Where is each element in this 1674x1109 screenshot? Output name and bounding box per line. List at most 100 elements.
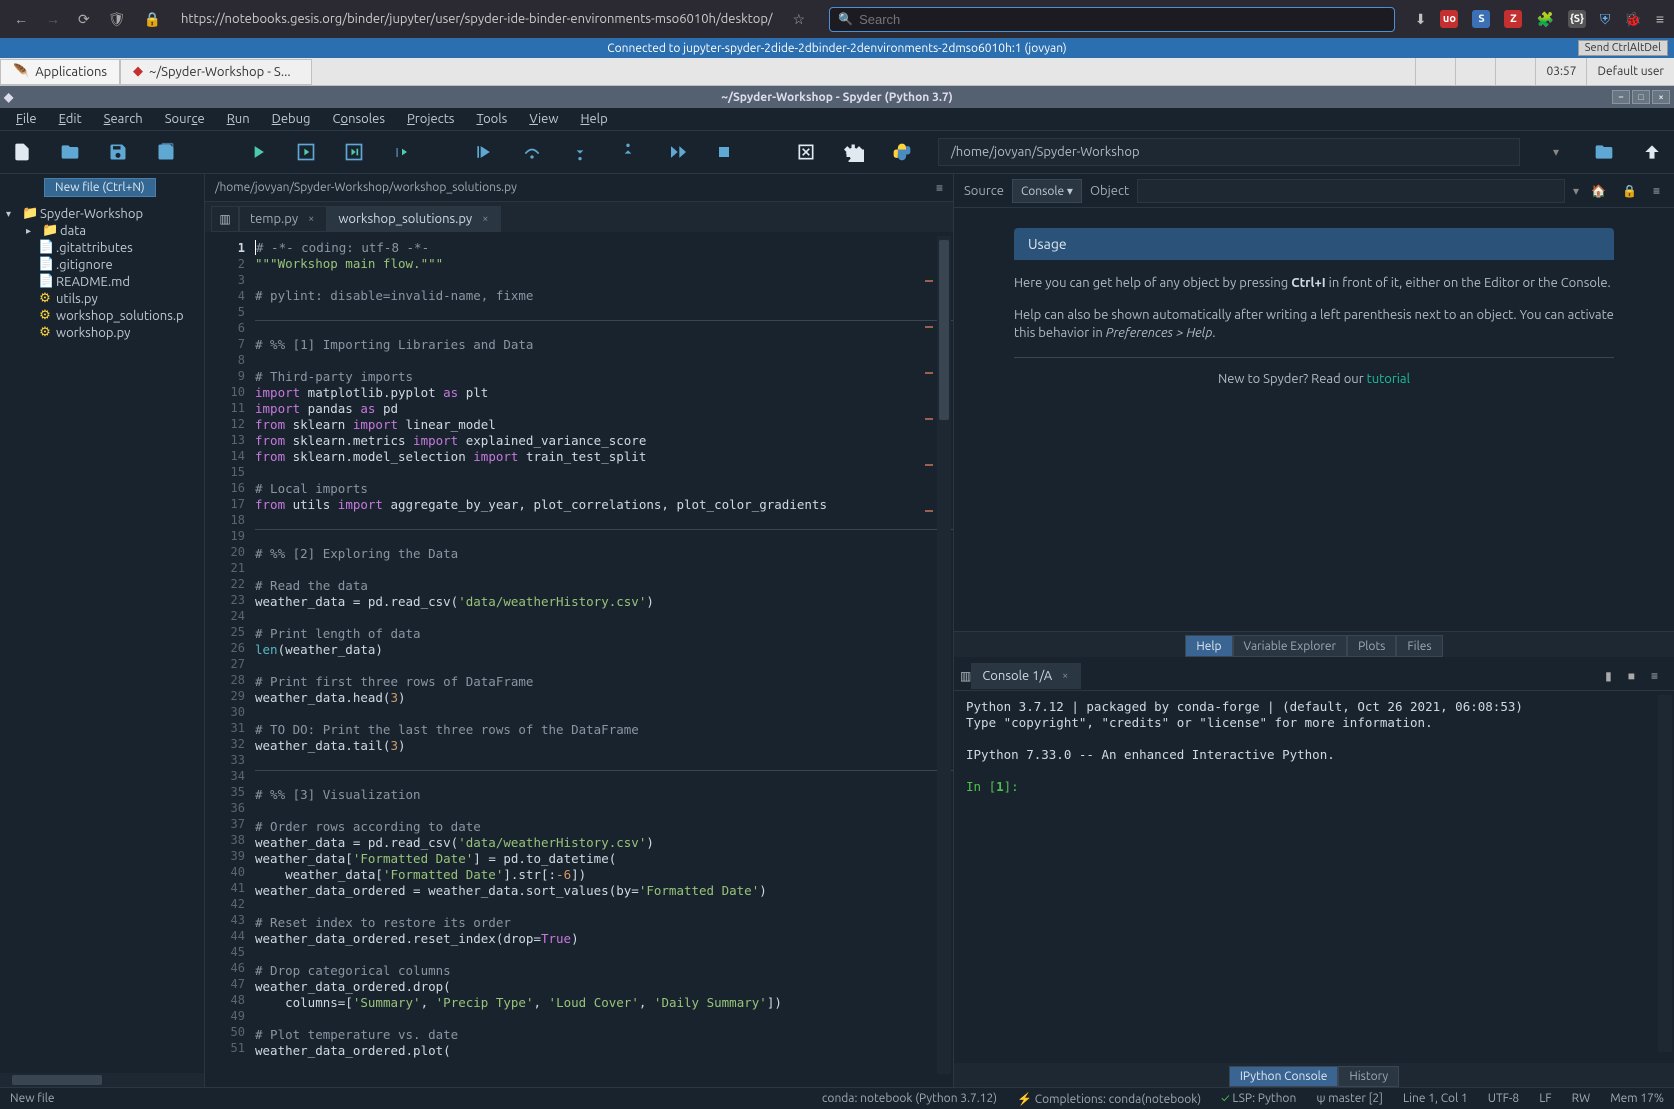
save-all-button[interactable] <box>154 140 178 164</box>
tab-workshop-solutions[interactable]: workshop_solutions.py× <box>327 206 501 232</box>
run-cell-advance-button[interactable] <box>342 140 366 164</box>
stop-button[interactable] <box>712 140 736 164</box>
close-icon[interactable]: × <box>480 213 490 225</box>
debug-button[interactable] <box>472 140 496 164</box>
maximize-button[interactable]: □ <box>1632 90 1650 104</box>
reload-button[interactable]: ⟳ <box>74 7 94 32</box>
step-out-button[interactable] <box>616 140 640 164</box>
status-encoding[interactable]: UTF-8 <box>1488 1092 1519 1105</box>
download-icon[interactable]: ⬇ <box>1415 11 1427 28</box>
console-vscrollbar[interactable] <box>1658 695 1672 1052</box>
search-input[interactable] <box>859 12 1386 27</box>
tree-item[interactable]: 📄.gitignore <box>2 256 202 273</box>
ext-s2-icon[interactable]: {S} <box>1568 10 1586 28</box>
tutorial-link[interactable]: tutorial <box>1367 372 1410 386</box>
clock[interactable]: 03:57 <box>1535 58 1586 86</box>
tab-variable-explorer[interactable]: Variable Explorer <box>1233 635 1348 657</box>
console-output[interactable]: Python 3.7.12 | packaged by conda-forge … <box>954 691 1674 1063</box>
ext-ublock-icon[interactable]: uo <box>1440 10 1458 28</box>
tree-item[interactable]: ⚙utils.py <box>2 290 202 307</box>
menu-consoles[interactable]: Consoles <box>323 110 395 128</box>
menu-projects[interactable]: Projects <box>397 110 464 128</box>
tab-help[interactable]: Help <box>1185 635 1232 657</box>
tab-temp[interactable]: temp.py× <box>239 206 327 232</box>
tray-icon-2[interactable] <box>1455 58 1495 86</box>
taskbar-window-spyder[interactable]: ◆ ~/Spyder-Workshop - S... <box>120 59 311 85</box>
save-button[interactable] <box>106 140 130 164</box>
status-completions[interactable]: ⚡ Completions: conda(notebook) <box>1017 1092 1201 1106</box>
applications-menu[interactable]: 🪶 Applications <box>0 59 120 85</box>
console-tab-1a[interactable]: Console 1/A× <box>971 663 1081 689</box>
working-directory[interactable]: /home/jovyan/Spyder-Workshop <box>938 138 1520 166</box>
run-cell-button[interactable] <box>294 140 318 164</box>
tree-item[interactable]: 📄README.md <box>2 273 202 290</box>
tab-history[interactable]: History <box>1338 1066 1399 1087</box>
search-bar[interactable]: 🔍 <box>829 7 1395 32</box>
console-browse-button[interactable]: ▥ <box>960 669 971 683</box>
status-conda[interactable]: conda: notebook (Python 3.7.12) <box>822 1092 997 1105</box>
menu-help[interactable]: Help <box>570 110 617 128</box>
run-button[interactable] <box>246 140 270 164</box>
menu-view[interactable]: View <box>519 110 568 128</box>
home-icon[interactable]: 🏠 <box>1587 180 1610 202</box>
ext-puzzle-icon[interactable]: 🧩 <box>1536 11 1553 28</box>
maximize-pane-button[interactable] <box>794 140 818 164</box>
user-label[interactable]: Default user <box>1586 58 1674 86</box>
new-file-button[interactable] <box>10 140 34 164</box>
menu-run[interactable]: Run <box>217 110 260 128</box>
tree-item[interactable]: ⚙workshop.py <box>2 324 202 341</box>
back-button[interactable]: ← <box>10 7 32 31</box>
stop-kernel-button[interactable]: ■ <box>1628 669 1635 683</box>
code-content[interactable]: # -*- coding: utf-8 -*- """Workshop main… <box>255 232 953 1087</box>
tree-root[interactable]: ▾📁Spyder-Workshop <box>2 205 202 222</box>
tab-plots[interactable]: Plots <box>1347 635 1396 657</box>
source-combo[interactable]: Console ▾ <box>1012 179 1082 203</box>
minimize-button[interactable]: – <box>1612 90 1630 104</box>
project-hscrollbar[interactable] <box>0 1073 204 1087</box>
editor-vscrollbar[interactable] <box>937 236 951 1074</box>
tab-ipython-console[interactable]: IPython Console <box>1229 1066 1339 1087</box>
close-icon[interactable]: × <box>1060 670 1070 682</box>
continue-button[interactable] <box>664 140 688 164</box>
help-options-icon[interactable]: ≡ <box>1649 180 1664 202</box>
url-bar[interactable]: https://notebooks.gesis.org/binder/jupyt… <box>175 10 779 28</box>
tree-item[interactable]: 📄.gitattributes <box>2 239 202 256</box>
code-editor[interactable]: 1234567891011121314151617181920212223242… <box>205 232 953 1087</box>
step-into-button[interactable] <box>568 140 592 164</box>
code-outline-strip[interactable] <box>925 236 935 1074</box>
ext-z-icon[interactable]: Z <box>1504 10 1522 28</box>
ext-s-icon[interactable]: S <box>1472 10 1490 28</box>
ext-shield-icon[interactable]: ⛨ <box>1600 11 1611 28</box>
wd-dropdown-icon[interactable]: ▾ <box>1544 140 1568 164</box>
tray-icon-1[interactable] <box>1415 58 1455 86</box>
interrupt-kernel-button[interactable]: ▮ <box>1605 669 1612 683</box>
send-ctrlaltdel-button[interactable]: Send CtrlAltDel <box>1578 40 1668 56</box>
tree-item[interactable]: ▸📁data <box>2 222 202 239</box>
browser-menu-icon[interactable]: ≡ <box>1656 11 1664 27</box>
open-file-button[interactable] <box>58 140 82 164</box>
preferences-button[interactable] <box>842 140 866 164</box>
step-over-button[interactable] <box>520 140 544 164</box>
status-lsp[interactable]: ✓ LSP: Python <box>1221 1092 1296 1105</box>
tab-files[interactable]: Files <box>1396 635 1442 657</box>
menu-search[interactable]: Search <box>94 110 153 128</box>
status-eol[interactable]: LF <box>1539 1092 1551 1105</box>
menu-tools[interactable]: Tools <box>466 110 517 128</box>
menu-source[interactable]: Source <box>155 110 215 128</box>
editor-options-icon[interactable]: ≡ <box>936 181 943 195</box>
close-icon[interactable]: × <box>306 213 316 225</box>
run-selection-button[interactable]: I <box>390 140 414 164</box>
shield-icon[interactable]: 🛡 <box>104 7 130 32</box>
close-button[interactable]: × <box>1652 90 1670 104</box>
star-icon[interactable]: ☆ <box>789 7 810 32</box>
python-path-button[interactable] <box>890 140 914 164</box>
menu-debug[interactable]: Debug <box>262 110 321 128</box>
menu-file[interactable]: File <box>6 110 47 128</box>
menu-edit[interactable]: Edit <box>49 110 92 128</box>
console-options-icon[interactable]: ≡ <box>1651 669 1658 683</box>
tree-item[interactable]: ⚙workshop_solutions.p <box>2 307 202 324</box>
browse-folder-button[interactable] <box>1592 140 1616 164</box>
tray-icon-3[interactable] <box>1495 58 1535 86</box>
status-git[interactable]: ψ master [2] <box>1316 1092 1383 1105</box>
parent-dir-button[interactable] <box>1640 140 1664 164</box>
